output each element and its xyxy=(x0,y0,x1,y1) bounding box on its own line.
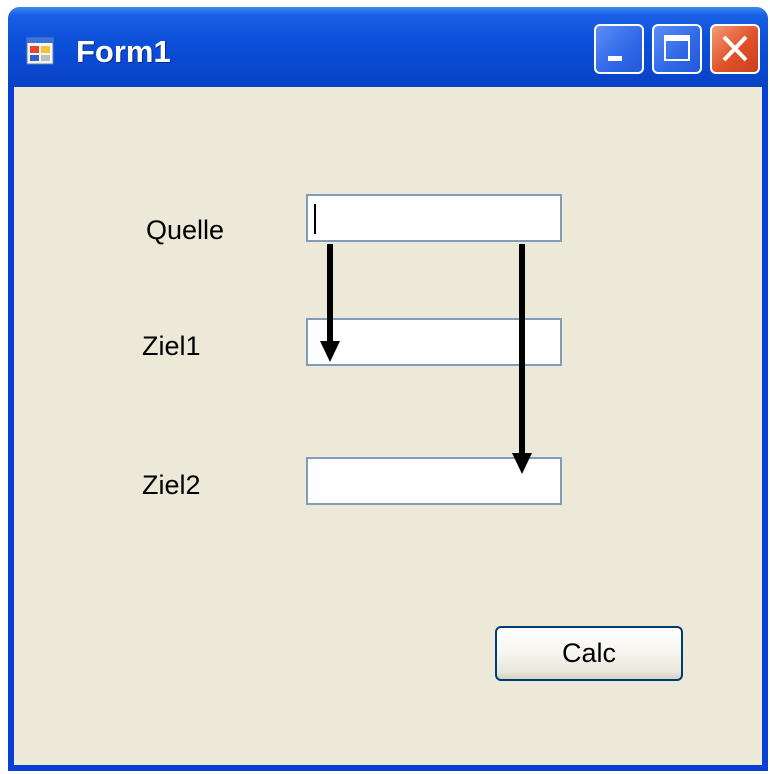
window-title: Form1 xyxy=(76,34,171,69)
close-button[interactable] xyxy=(710,24,760,74)
ziel2-label: Ziel2 xyxy=(142,470,201,500)
form1-window: Form1 Quelle Ziel1 Ziel2 Calc xyxy=(8,7,768,771)
maximize-icon xyxy=(664,35,690,61)
quelle-label: Quelle xyxy=(146,215,225,245)
maximize-button[interactable] xyxy=(652,24,702,74)
text-caret xyxy=(314,204,316,234)
form-app-icon xyxy=(26,37,54,65)
minimize-button[interactable] xyxy=(594,24,644,74)
minimize-icon xyxy=(608,56,622,61)
quelle-textbox[interactable] xyxy=(306,194,562,242)
title-bar[interactable]: Form1 xyxy=(8,7,768,87)
ziel1-label: Ziel1 xyxy=(142,331,201,361)
ziel2-textbox[interactable] xyxy=(306,457,562,505)
close-icon xyxy=(722,35,748,62)
form-client-area: Quelle Ziel1 Ziel2 Calc xyxy=(14,87,762,765)
ziel1-textbox[interactable] xyxy=(306,318,562,366)
calc-button[interactable]: Calc xyxy=(495,626,683,681)
